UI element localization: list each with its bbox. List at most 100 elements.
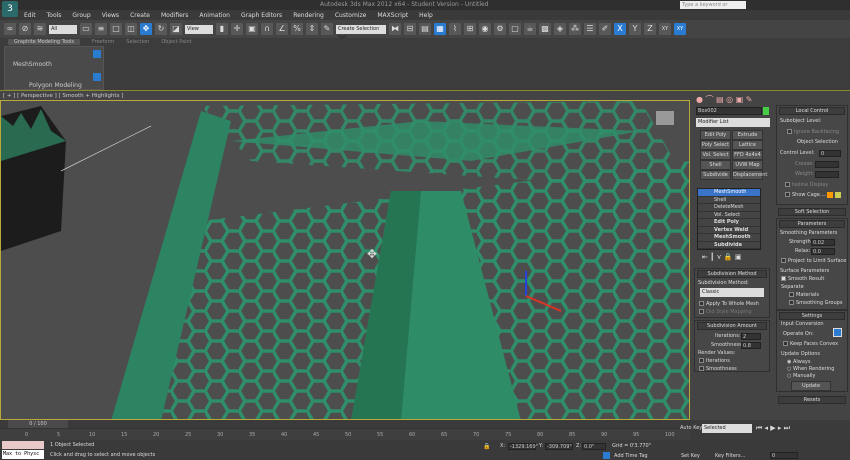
edit-named-sel-icon[interactable]: ✎ bbox=[321, 23, 333, 35]
menu-help[interactable]: Help bbox=[419, 12, 433, 19]
key-filters-button[interactable]: Key Filters... bbox=[715, 453, 745, 459]
playback-controls-icons[interactable]: ⏮ ◂ ▶ ▸ ⏭ bbox=[756, 424, 790, 433]
tab-freeform[interactable]: Freeform bbox=[92, 39, 114, 45]
axis-xy-cycle-button[interactable]: XY bbox=[674, 23, 686, 35]
tab-object-paint[interactable]: Object Paint bbox=[161, 39, 191, 45]
move-icon[interactable]: ✥ bbox=[140, 23, 152, 35]
resets-header[interactable]: Resets bbox=[778, 396, 846, 404]
render-setup-icon[interactable]: ⚙ bbox=[494, 23, 506, 35]
ignore-backfacing-checkbox[interactable]: Ignore Backfacing bbox=[787, 129, 839, 135]
menu-graph-editors[interactable]: Graph Editors bbox=[241, 12, 282, 19]
layer-icon[interactable]: ▤ bbox=[419, 23, 431, 35]
stack-item[interactable]: Vertex Weld bbox=[698, 226, 760, 234]
menu-maxscript[interactable]: MAXScript bbox=[377, 12, 408, 19]
modifier-button[interactable]: Displacement bbox=[732, 170, 767, 180]
render-icon[interactable]: ☕ bbox=[524, 23, 536, 35]
menu-animation[interactable]: Animation bbox=[199, 12, 230, 19]
render-iterations-checkbox[interactable]: Iterations bbox=[699, 358, 730, 364]
show-cage-checkbox[interactable]: Show Cage...... bbox=[785, 192, 829, 198]
always-radio[interactable]: ◉ Always bbox=[787, 359, 810, 365]
project-limit-surface-checkbox[interactable]: Project to Limit Surface bbox=[781, 258, 846, 264]
time-slider[interactable]: 0 / 100 bbox=[0, 420, 690, 428]
z-coordinate-field[interactable]: 0.0" bbox=[582, 443, 606, 450]
ribbon-mode-icon[interactable] bbox=[93, 73, 101, 81]
update-button[interactable]: Update bbox=[791, 381, 831, 391]
keyboard-shortcut-icon[interactable]: ▣ bbox=[246, 23, 258, 35]
stack-item[interactable]: Shell bbox=[698, 196, 760, 204]
control-level-spinner[interactable]: 0 bbox=[819, 150, 841, 157]
modifier-button[interactable]: Shell bbox=[700, 160, 731, 170]
modifier-list-dropdown[interactable]: Modifier List bbox=[696, 118, 770, 127]
ref-coord-dropdown[interactable]: View bbox=[185, 24, 213, 34]
add-time-tag-button[interactable]: Add Time Tag bbox=[614, 453, 648, 459]
snap-icon[interactable]: ∩ bbox=[261, 23, 273, 35]
command-panel-tabs[interactable]: ● ⌒ ▤ ◎ ▣ ✎ bbox=[696, 94, 753, 105]
tab-selection[interactable]: Selection bbox=[126, 39, 149, 45]
ribbon-mode-icon[interactable] bbox=[93, 50, 101, 58]
modifier-button[interactable]: Subdivide bbox=[700, 170, 731, 180]
current-frame-field[interactable]: 0 bbox=[770, 452, 798, 459]
menu-create[interactable]: Create bbox=[130, 12, 150, 19]
rotate-icon[interactable]: ↻ bbox=[155, 23, 167, 35]
angle-snap-icon[interactable]: ∠ bbox=[276, 23, 288, 35]
perspective-viewport[interactable]: ✥ bbox=[0, 100, 690, 420]
old-style-mapping-checkbox[interactable]: Old Style Mapping bbox=[699, 309, 752, 315]
state-sets-icon[interactable]: ⁂ bbox=[569, 23, 581, 35]
operate-on-polygons-button[interactable] bbox=[833, 328, 842, 337]
subdivision-method-header[interactable]: Subdivision Method bbox=[697, 270, 767, 278]
menu-modifiers[interactable]: Modifiers bbox=[161, 12, 188, 19]
manipulate-icon[interactable]: ✛ bbox=[231, 23, 243, 35]
modifier-stack[interactable]: MeshSmooth Shell DeleteMesh Vol. Select … bbox=[697, 188, 761, 250]
selection-filter-dropdown[interactable]: All bbox=[49, 24, 77, 34]
isoline-display-checkbox[interactable]: Isoline Display bbox=[785, 182, 828, 188]
parameters-header[interactable]: Parameters bbox=[779, 220, 845, 228]
manually-radio[interactable]: ○ Manually bbox=[787, 373, 815, 379]
timeline-track[interactable]: 0 5 10 15 20 25 30 35 40 45 50 55 60 65 70 75 80 85 90 95 10… bbox=[0, 428, 690, 440]
axis-y-button[interactable]: Y bbox=[629, 23, 641, 35]
window-crossing-icon[interactable]: ◫ bbox=[125, 23, 137, 35]
object-name-field[interactable]: Box002 bbox=[696, 107, 762, 115]
modifier-button[interactable]: Edit Poly bbox=[700, 130, 731, 140]
lock-icon[interactable]: 🔒 bbox=[483, 443, 490, 450]
render-frame-icon[interactable]: ▢ bbox=[509, 23, 521, 35]
set-key-button[interactable]: Set Key bbox=[681, 453, 700, 459]
select-by-name-icon[interactable]: ≡ bbox=[95, 23, 107, 35]
rect-region-icon[interactable]: □ bbox=[110, 23, 122, 35]
object-color-swatch[interactable] bbox=[763, 107, 769, 115]
mirror-icon[interactable]: ⧓ bbox=[389, 23, 401, 35]
modifier-button[interactable]: FFD 4x4x4 bbox=[732, 150, 763, 160]
modifier-button[interactable]: Poly Select bbox=[700, 140, 731, 150]
stack-item[interactable]: MeshSmooth bbox=[698, 189, 760, 197]
schematic-icon[interactable]: ⊞ bbox=[464, 23, 476, 35]
named-selection-dropdown[interactable]: Create Selection Set bbox=[336, 24, 386, 41]
viewport-label[interactable]: [ + ] [ Perspective ] [ Smooth + Highlig… bbox=[3, 93, 123, 99]
curve-editor-icon[interactable]: ⌇ bbox=[449, 23, 461, 35]
spinner-snap-icon[interactable]: ⇕ bbox=[306, 23, 318, 35]
stack-item[interactable]: MeshSmooth bbox=[698, 234, 760, 242]
local-control-header[interactable]: Local Control bbox=[779, 107, 845, 115]
crease-spinner[interactable] bbox=[815, 161, 839, 168]
time-tag-icon[interactable] bbox=[603, 452, 610, 459]
polygon-modeling-label[interactable]: Polygon Modeling bbox=[29, 82, 82, 89]
cage-color-swatch[interactable] bbox=[827, 192, 833, 198]
auto-key-button[interactable]: Auto Key bbox=[680, 425, 702, 431]
ribbon-toggle-icon[interactable]: ☰ bbox=[584, 23, 596, 35]
strength-spinner[interactable]: 0.02 bbox=[811, 239, 835, 246]
unlink-icon[interactable]: ⊘ bbox=[19, 23, 31, 35]
select-object-icon[interactable]: ▭ bbox=[80, 23, 92, 35]
when-rendering-radio[interactable]: ○ When Rendering bbox=[787, 366, 834, 372]
meshsmooth-ribbon-item[interactable]: MeshSmooth bbox=[13, 61, 52, 68]
link-icon[interactable]: ∞ bbox=[4, 23, 16, 35]
y-coordinate-field[interactable]: -309.709" bbox=[545, 443, 573, 450]
subdivision-amount-header[interactable]: Subdivision Amount bbox=[697, 322, 767, 330]
stack-tools-icons[interactable]: ⇤ ┃ ⋎ 🔒 ▣ bbox=[702, 253, 741, 261]
modifier-button[interactable]: UVW Map bbox=[732, 160, 763, 170]
align-icon[interactable]: ⊟ bbox=[404, 23, 416, 35]
percent-snap-icon[interactable]: % bbox=[291, 23, 303, 35]
smoothing-groups-checkbox[interactable]: Smoothing Groups bbox=[789, 300, 842, 306]
modifier-button[interactable]: Vol. Select bbox=[700, 150, 731, 160]
stack-item[interactable]: Subdivide bbox=[698, 241, 760, 249]
apply-whole-mesh-checkbox[interactable]: Apply To Whole Mesh bbox=[699, 301, 759, 307]
scale-icon[interactable]: ◪ bbox=[170, 23, 182, 35]
bind-space-warp-icon[interactable]: ≋ bbox=[34, 23, 46, 35]
